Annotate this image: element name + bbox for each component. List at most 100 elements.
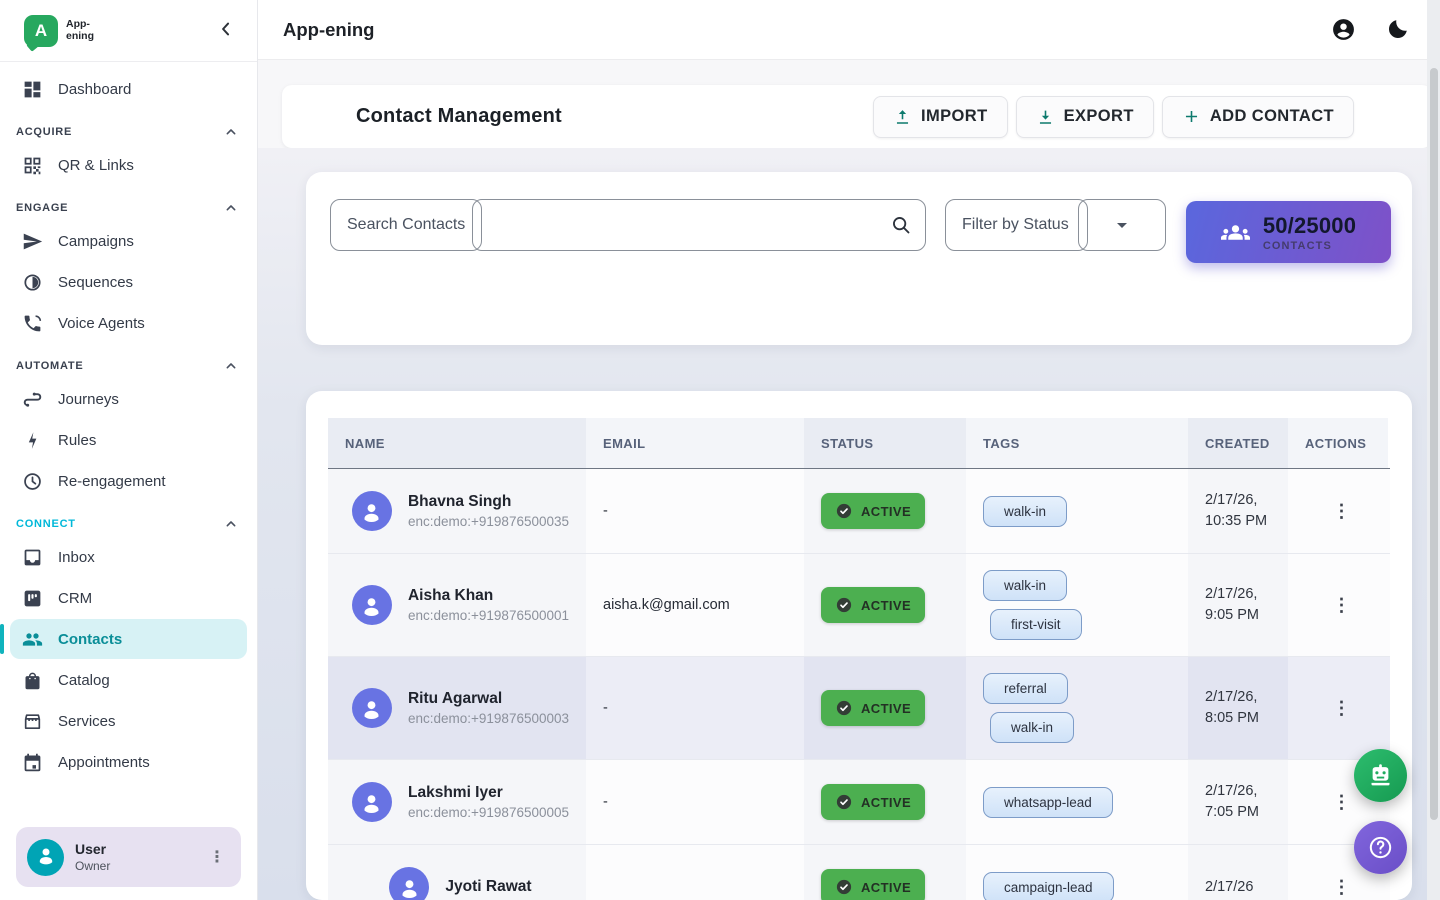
sidebar-section-automate[interactable]: AUTOMATE xyxy=(16,358,239,374)
logo-letter: A xyxy=(35,21,47,41)
avatar xyxy=(352,585,392,625)
contact-phone: enc:demo:+919876500005 xyxy=(408,805,569,820)
sidebar-header: A App- ening xyxy=(0,0,257,62)
tag-pill: referral xyxy=(983,673,1068,704)
sidebar-item-sequences[interactable]: Sequences xyxy=(10,262,247,302)
table-body: Bhavna Singh enc:demo:+919876500035 - AC… xyxy=(328,469,1390,900)
sidebar-item-label: Appointments xyxy=(58,754,150,771)
moon-icon[interactable] xyxy=(1385,17,1410,42)
sidebar-section-acquire[interactable]: ACQUIRE xyxy=(16,124,239,140)
help-fab[interactable] xyxy=(1354,821,1407,874)
avatar xyxy=(352,491,392,531)
contact-email: - xyxy=(586,760,804,844)
sidebar-item-re-engagement[interactable]: Re-engagement xyxy=(10,461,247,501)
sidebar-section-connect[interactable]: CONNECT xyxy=(16,516,239,532)
import-button[interactable]: IMPORT xyxy=(873,96,1008,138)
sidebar-item-qr-links[interactable]: QR & Links xyxy=(10,145,247,185)
sidebar-item-catalog[interactable]: Catalog xyxy=(10,660,247,700)
row-actions-button[interactable]: ⋮ xyxy=(1325,694,1359,723)
export-button[interactable]: EXPORT xyxy=(1016,96,1154,138)
user-card[interactable]: User Owner ⋮ xyxy=(16,827,241,887)
person-icon xyxy=(358,592,385,619)
plus-icon xyxy=(1182,107,1201,126)
sidebar-item-label: Re-engagement xyxy=(58,473,166,490)
sidebar-item-campaigns[interactable]: Campaigns xyxy=(10,221,247,261)
sidebar-item-contacts[interactable]: Contacts xyxy=(10,619,247,659)
search-icon xyxy=(890,214,912,236)
status-badge: ACTIVE xyxy=(821,587,925,623)
name-cell: Aisha Khan enc:demo:+919876500001 xyxy=(328,554,586,656)
sidebar-item-crm[interactable]: CRM xyxy=(10,578,247,618)
topbar-icons xyxy=(1331,17,1410,42)
table-row[interactable]: Jyoti Rawat ACTIVE campaign-lead 2/17/26… xyxy=(328,845,1390,900)
user-menu-button[interactable]: ⋮ xyxy=(203,847,231,867)
support-bot-fab[interactable] xyxy=(1354,749,1407,802)
sidebar-item-rules[interactable]: Rules xyxy=(10,420,247,460)
name-cell: Lakshmi Iyer enc:demo:+919876500005 xyxy=(328,760,586,844)
sidebar-item-dashboard[interactable]: Dashboard xyxy=(10,69,247,109)
name-cell: Jyoti Rawat xyxy=(328,845,586,900)
sidebar-item-label: Contacts xyxy=(58,631,122,648)
row-actions-button[interactable]: ⋮ xyxy=(1325,788,1359,817)
contact-email xyxy=(586,845,804,900)
scrollbar-thumb[interactable] xyxy=(1430,68,1438,820)
tag-pill: walk-in xyxy=(983,570,1067,601)
sidebar-item-label: Rules xyxy=(58,432,96,449)
account-icon[interactable] xyxy=(1331,17,1356,42)
brand-text: App- ening xyxy=(66,19,94,42)
table-row[interactable]: Ritu Agarwal enc:demo:+919876500003 - AC… xyxy=(328,657,1390,760)
qr-icon xyxy=(22,155,43,176)
sidebar-collapse-button[interactable] xyxy=(213,18,239,44)
sidebar-item-label: CRM xyxy=(58,590,92,607)
table-row[interactable]: Aisha Khan enc:demo:+919876500001 aisha.… xyxy=(328,554,1390,657)
send-icon xyxy=(22,231,43,252)
sidebar-item-voice-agents[interactable]: Voice Agents xyxy=(10,303,247,343)
row-actions-button[interactable]: ⋮ xyxy=(1325,591,1359,620)
status-badge: ACTIVE xyxy=(821,690,925,726)
search-field[interactable]: Search Contacts xyxy=(330,199,926,251)
sidebar-item-label: Inbox xyxy=(58,549,95,566)
status-filter-select[interactable]: Filter by Status xyxy=(945,199,1166,251)
scrollbar-track[interactable] xyxy=(1427,0,1440,900)
check-circle-icon xyxy=(835,699,853,717)
chevron-left-icon xyxy=(216,19,236,42)
tag-pill: first-visit xyxy=(990,609,1082,640)
contact-created: 2/17/26, 9:05 PM xyxy=(1188,554,1288,656)
name-cell: Ritu Agarwal enc:demo:+919876500003 xyxy=(328,657,586,759)
contact-email: aisha.k@gmail.com xyxy=(586,554,804,656)
table-row[interactable]: Lakshmi Iyer enc:demo:+919876500005 - AC… xyxy=(328,760,1390,845)
sidebar-section-engage[interactable]: ENGAGE xyxy=(16,200,239,216)
column-header-email: EMAIL xyxy=(586,418,804,468)
actions-cell: ⋮ xyxy=(1288,469,1388,553)
sidebar-item-inbox[interactable]: Inbox xyxy=(10,537,247,577)
contacts-icon xyxy=(22,629,43,650)
check-circle-icon xyxy=(835,878,853,896)
contact-name: Lakshmi Iyer xyxy=(408,784,569,802)
sidebar-item-label: Sequences xyxy=(58,274,133,291)
contacts-table: NAME EMAIL STATUS TAGS CREATED ACTIONS B… xyxy=(306,391,1412,900)
content: Search Contacts Filter by Status 50/2500… xyxy=(258,148,1440,900)
avatar xyxy=(389,867,429,900)
sidebar-item-journeys[interactable]: Journeys xyxy=(10,379,247,419)
status-badge: ACTIVE xyxy=(821,493,925,529)
contacts-caption: CONTACTS xyxy=(1263,240,1356,252)
add-contact-button[interactable]: ADD CONTACT xyxy=(1162,96,1354,138)
sidebar-item-services[interactable]: Services xyxy=(10,701,247,741)
contact-tags: referralwalk-in xyxy=(966,657,1188,759)
contact-tags: whatsapp-lead xyxy=(966,760,1188,844)
table-row[interactable]: Bhavna Singh enc:demo:+919876500035 - AC… xyxy=(328,469,1390,554)
search-input-box[interactable] xyxy=(472,199,926,251)
status-filter-caret-box[interactable] xyxy=(1078,199,1166,251)
sidebar-item-label: Journeys xyxy=(58,391,119,408)
search-card: Search Contacts Filter by Status 50/2500… xyxy=(306,172,1412,345)
row-actions-button[interactable]: ⋮ xyxy=(1325,873,1359,900)
sidebar-item-appointments[interactable]: Appointments xyxy=(10,742,247,782)
contacts-count-badge: 50/25000 CONTACTS xyxy=(1186,201,1391,263)
person-icon xyxy=(358,789,385,816)
row-actions-button[interactable]: ⋮ xyxy=(1325,497,1359,526)
user-name: User xyxy=(75,841,192,857)
contact-phone: enc:demo:+919876500001 xyxy=(408,608,569,623)
search-input[interactable] xyxy=(489,216,890,234)
page-title: App-ening xyxy=(283,19,374,41)
person-icon xyxy=(358,498,385,525)
